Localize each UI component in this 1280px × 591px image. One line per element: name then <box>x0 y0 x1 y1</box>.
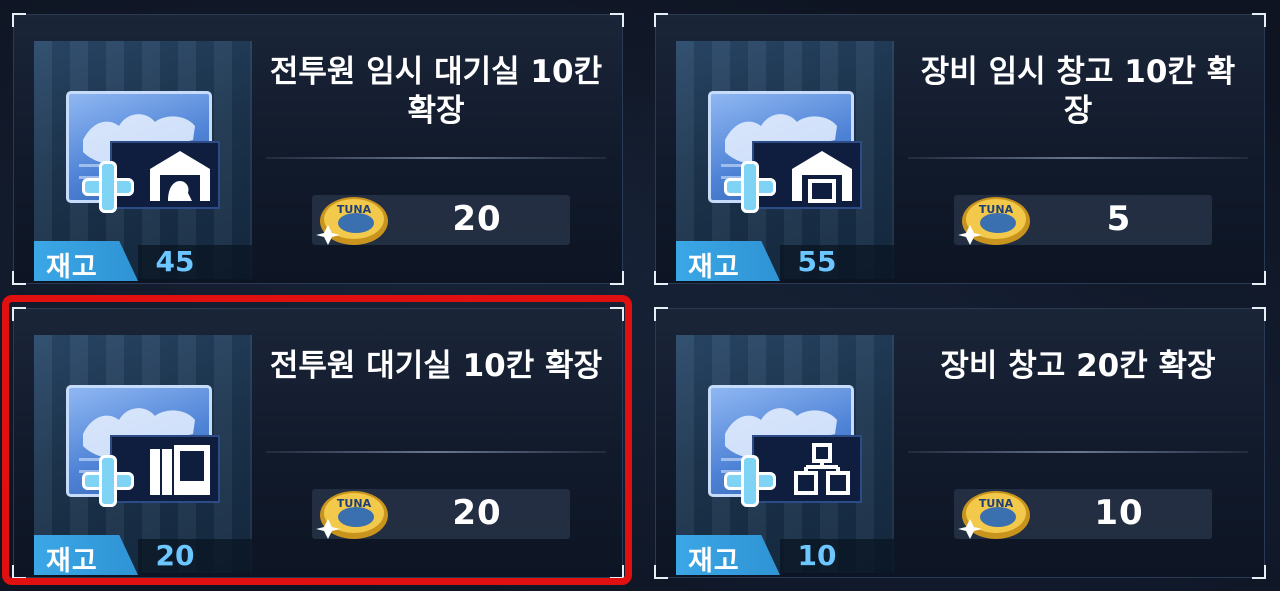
stock-row: 재고 45 <box>34 241 252 283</box>
plus-icon <box>82 455 134 507</box>
price-value: 20 <box>452 199 502 239</box>
item-title: 장비 창고 20칸 확장 <box>940 348 1216 384</box>
corner-mark <box>12 565 26 579</box>
shop-item-card[interactable]: 재고 45 전투원 임시 대기실 10칸 확장 TUNA 20 <box>12 13 624 285</box>
stock-label: 재고 <box>688 252 740 283</box>
stock-label: 재고 <box>46 546 98 577</box>
item-title: 전투원 임시 대기실 10칸 확장 <box>269 54 603 129</box>
svg-text:TUNA: TUNA <box>979 203 1014 216</box>
corner-mark <box>654 307 668 321</box>
corner-mark <box>1252 13 1266 27</box>
divider <box>908 451 1248 453</box>
tuna-coin-icon: TUNA <box>316 491 388 539</box>
corner-mark <box>12 307 26 321</box>
corner-mark <box>1252 565 1266 579</box>
svg-text:TUNA: TUNA <box>337 497 372 510</box>
stock-row: 재고 20 <box>34 535 252 577</box>
tuna-coin-icon: TUNA <box>958 197 1030 245</box>
corner-mark <box>1252 307 1266 321</box>
corner-mark <box>654 565 668 579</box>
divider <box>266 157 606 159</box>
barracks-icon <box>150 151 210 201</box>
stock-label: 재고 <box>46 252 98 283</box>
stock-value: 45 <box>155 245 195 278</box>
shop-item-card[interactable]: 재고 55 장비 임시 창고 10칸 확장 TUNA 5 <box>654 13 1266 285</box>
shop-item-card[interactable]: 재고 20 전투원 대기실 10칸 확장 TUNA 20 <box>12 307 624 579</box>
corner-mark <box>610 565 624 579</box>
price-value: 5 <box>1106 199 1132 239</box>
storage-blocks-icon <box>794 443 850 495</box>
corner-mark <box>12 13 26 27</box>
item-title: 전투원 대기실 10칸 확장 <box>269 348 603 384</box>
stock-label: 재고 <box>688 546 740 577</box>
corner-mark <box>610 13 624 27</box>
stock-value: 20 <box>155 539 195 572</box>
price-value: 20 <box>452 493 502 533</box>
corner-mark <box>654 13 668 27</box>
shop-item-card[interactable]: 재고 10 장비 창고 20칸 확장 TUNA 10 <box>654 307 1266 579</box>
tuna-coin-icon: TUNA <box>316 197 388 245</box>
svg-text:TUNA: TUNA <box>979 497 1014 510</box>
tuna-coin-icon: TUNA <box>958 491 1030 539</box>
corner-mark <box>1252 271 1266 285</box>
plus-icon <box>724 161 776 213</box>
stock-row: 재고 10 <box>676 535 894 577</box>
corner-mark <box>610 271 624 285</box>
item-title: 장비 임시 창고 10칸 확장 <box>920 54 1236 129</box>
plus-icon <box>82 161 134 213</box>
price-value: 10 <box>1094 493 1144 533</box>
stock-value: 10 <box>797 539 837 572</box>
warehouse-icon <box>792 151 852 203</box>
corner-mark <box>610 307 624 321</box>
divider <box>266 451 606 453</box>
corner-mark <box>654 271 668 285</box>
corner-mark <box>12 271 26 285</box>
stock-row: 재고 55 <box>676 241 894 283</box>
plus-icon <box>724 455 776 507</box>
svg-text:TUNA: TUNA <box>337 203 372 216</box>
stock-value: 55 <box>797 245 837 278</box>
divider <box>908 157 1248 159</box>
doors-icon <box>150 445 210 495</box>
